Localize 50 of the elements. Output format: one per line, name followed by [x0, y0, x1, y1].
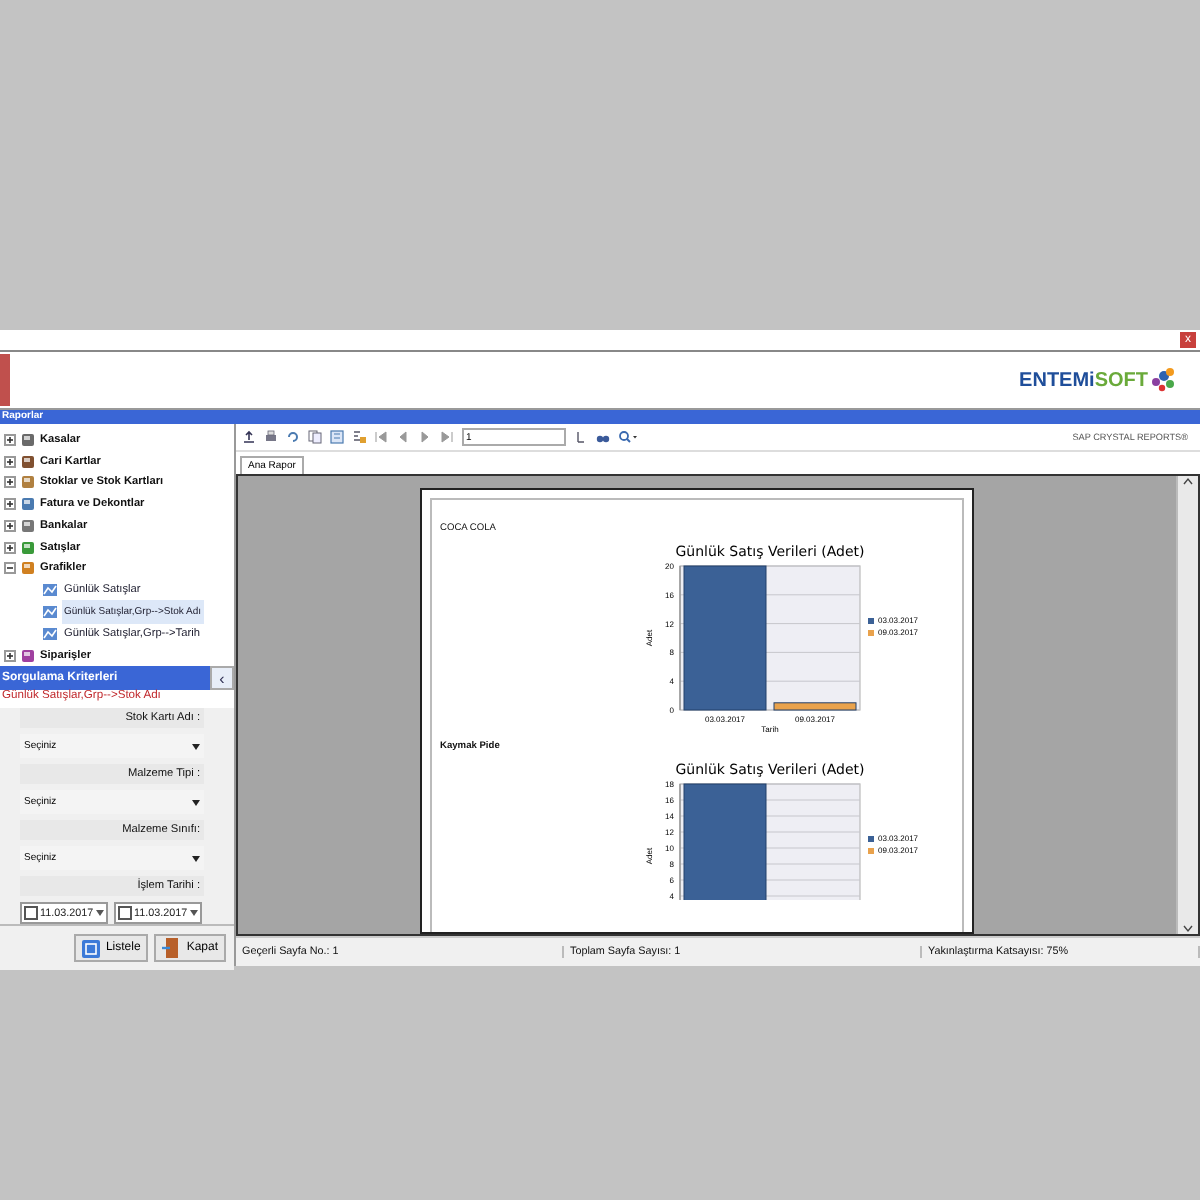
expand-icon[interactable]: [4, 541, 16, 554]
caret-icon: [192, 799, 200, 805]
expand-icon[interactable]: [4, 498, 16, 511]
logo-text: ENTEMi: [1019, 369, 1095, 391]
checkbox[interactable]: [24, 906, 38, 920]
expand-icon[interactable]: [4, 455, 16, 467]
scrollbar[interactable]: [1176, 476, 1198, 934]
parameter-icon[interactable]: [352, 430, 366, 444]
first-page-icon[interactable]: [374, 430, 388, 444]
scroll-down-icon[interactable]: [1182, 924, 1194, 934]
collapse-icon[interactable]: [4, 562, 16, 575]
copy-icon[interactable]: [308, 430, 322, 444]
refresh-icon[interactable]: [286, 430, 300, 444]
scroll-up-icon[interactable]: [1182, 476, 1194, 486]
list-icon: [81, 939, 100, 957]
zoom-icon[interactable]: [618, 430, 638, 444]
go-to-page-icon[interactable]: [574, 430, 588, 444]
chart-icon: [42, 626, 58, 643]
logo-text: SOFT: [1094, 369, 1148, 391]
binoculars-icon[interactable]: [596, 430, 610, 444]
category-icon: [20, 648, 36, 665]
expand-icon[interactable]: [4, 650, 16, 663]
chart-icon: [42, 604, 58, 621]
caret-icon: [192, 743, 200, 749]
checkbox[interactable]: [118, 906, 132, 920]
caret-icon: [192, 855, 200, 861]
category-icon: [20, 431, 36, 448]
next-page-icon[interactable]: [418, 430, 432, 444]
bar: [683, 783, 767, 900]
category-icon: [20, 517, 36, 534]
print-icon[interactable]: [264, 430, 278, 444]
export-icon[interactable]: [242, 430, 256, 444]
expand-icon[interactable]: [4, 476, 16, 489]
category-icon: [20, 560, 36, 577]
door-icon: [162, 938, 181, 958]
category-icon: [20, 474, 36, 491]
chart-icon: [42, 582, 58, 599]
category-icon: [20, 539, 36, 556]
collapse-button[interactable]: ‹: [210, 666, 234, 690]
category-icon: [20, 496, 36, 513]
category-icon: [20, 453, 36, 469]
dots-logo-icon: [1148, 366, 1176, 394]
accent-bar: [0, 354, 10, 406]
caret-icon: [96, 910, 104, 916]
last-page-icon[interactable]: [440, 430, 454, 444]
expand-icon[interactable]: [4, 519, 16, 532]
caret-icon: [190, 910, 198, 916]
expand-icon[interactable]: [4, 433, 16, 446]
bar: [773, 702, 857, 711]
previous-page-icon[interactable]: [396, 430, 410, 444]
